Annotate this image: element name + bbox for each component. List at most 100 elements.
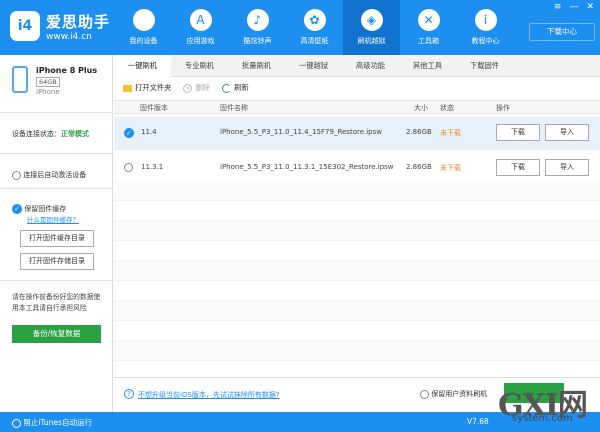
table-header: 固件版本 固件名称 大小 状态 操作	[114, 100, 600, 114]
nav-label: 我的设备	[129, 37, 158, 45]
firmware-name: iPhone_5.5_P3_11.0_11.4_15F79_Restore.ip…	[220, 128, 382, 136]
toolbar: 打开文件夹 × 删除 刷新	[114, 77, 600, 99]
header-action: 操作	[496, 104, 510, 112]
tab-other-tools[interactable]: 其他工具	[399, 55, 456, 77]
download-button[interactable]: 下载	[496, 124, 540, 141]
phone-icon	[12, 66, 28, 93]
window-controls: ≡ — ✕	[554, 2, 594, 12]
radio-button[interactable]	[420, 389, 429, 399]
nav-label: 刷机越狱	[357, 37, 386, 45]
radio-button[interactable]	[124, 163, 133, 172]
device-name: iPhone 8 Plus	[36, 66, 98, 75]
nav-label: 酷炫铃声	[243, 37, 272, 45]
keep-user-data-label: 保留用户资料刷机	[431, 390, 488, 398]
open-folder-button[interactable]: 打开文件夹	[123, 83, 171, 93]
close-icon[interactable]: ✕	[586, 2, 594, 12]
download-center-button[interactable]: 下载中心	[529, 23, 595, 41]
divider	[0, 188, 113, 189]
radio-button[interactable]	[12, 170, 21, 180]
keep-cache-option[interactable]: ✓ 保留固件缓存	[12, 204, 66, 214]
open-store-dir-button[interactable]: 打开固件存储目录	[20, 253, 94, 270]
firmware-status: 未下载	[440, 164, 461, 172]
watermark: GXI网 system.com	[498, 380, 598, 430]
firmware-version: 11.3.1	[141, 163, 164, 171]
apple-icon	[132, 9, 155, 31]
brand-url: www.i4.cn	[46, 32, 92, 42]
nav-flash-jailbreak[interactable]: ◈ 刷机越狱	[343, 0, 400, 55]
connection-mode: 正常模式	[61, 130, 89, 138]
tab-batch-flash[interactable]: 批量刷机	[228, 55, 285, 77]
what-is-cache-link[interactable]: 什么是固件缓存？	[27, 214, 79, 224]
firmware-name: iPhone_5.5_P3_11.0_11.3.1_15E302_Restore…	[220, 163, 394, 171]
refresh-icon	[222, 83, 232, 93]
tab-download-firmware[interactable]: 下载固件	[456, 55, 513, 77]
app-logo: i4	[10, 11, 40, 41]
open-cache-dir-button[interactable]: 打开固件缓存目录	[20, 230, 94, 247]
header-name: 固件名称	[220, 104, 248, 112]
nav-apps-games[interactable]: A 应用游戏	[172, 0, 229, 55]
nav-label: 工具箱	[418, 37, 439, 45]
table-row[interactable]: ✓ 11.4 iPhone_5.5_P3_11.0_11.4_15F79_Res…	[114, 117, 600, 150]
device-capacity: 64GB	[36, 77, 60, 87]
refresh-label: 刷新	[234, 83, 249, 92]
divider	[0, 112, 113, 113]
menu-icon[interactable]: ≡	[554, 2, 562, 12]
firmware-size: 2.86GB	[406, 128, 432, 136]
divider	[0, 153, 113, 154]
delete-icon: ×	[183, 83, 193, 93]
nav-label: 应用游戏	[186, 37, 215, 45]
firmware-status: 未下载	[440, 129, 461, 137]
backup-restore-button[interactable]: 备份/恢复数据	[12, 325, 101, 343]
header-version: 固件版本	[140, 104, 168, 112]
check-icon[interactable]: ✓	[12, 204, 22, 214]
auto-activate-label: 连接后自动激活设备	[23, 171, 87, 179]
flower-icon: ✿	[303, 9, 326, 31]
header: i4 爱思助手 www.i4.cn 我的设备 A 应用游戏 ♪ 酷炫铃声 ✿ 高…	[0, 0, 600, 55]
nav-my-device[interactable]: 我的设备	[115, 0, 172, 55]
header-size: 大小	[414, 104, 428, 112]
brand-name: 爱思助手	[46, 13, 111, 31]
main-panel: 一键刷机 专业刷机 批量刷机 一键越狱 高级功能 其他工具 下载固件 打开文件夹…	[114, 55, 600, 412]
block-itunes-label: 阻止iTunes自动运行	[23, 418, 92, 427]
delete-label: 删除	[195, 83, 211, 92]
open-folder-label: 打开文件夹	[135, 83, 172, 92]
auto-activate-option[interactable]: 连接后自动激活设备	[12, 170, 86, 180]
question-icon: ?	[124, 389, 134, 399]
connection-status: 设备连接状态：正常模式	[12, 129, 89, 139]
device-type: iPhone	[36, 88, 60, 96]
radio-button[interactable]	[12, 418, 21, 428]
keep-user-data-option[interactable]: 保留用户资料刷机	[420, 389, 487, 399]
import-button[interactable]: 导入	[545, 159, 589, 176]
nav-toolbox[interactable]: ✕ 工具箱	[400, 0, 457, 55]
empty-table-area	[114, 181, 600, 361]
minimize-icon[interactable]: —	[569, 2, 578, 12]
nav-tutorials[interactable]: i 教程中心	[457, 0, 514, 55]
refresh-button[interactable]: 刷新	[222, 83, 249, 93]
nav-wallpapers[interactable]: ✿ 高清壁纸	[286, 0, 343, 55]
tab-bar: 一键刷机 专业刷机 批量刷机 一键越狱 高级功能 其他工具 下载固件	[114, 55, 600, 77]
import-button[interactable]: 导入	[545, 124, 589, 141]
nav-label: 高清壁纸	[300, 37, 329, 45]
download-button[interactable]: 下载	[496, 159, 540, 176]
tab-one-click-jailbreak[interactable]: 一键越狱	[285, 55, 342, 77]
header-status: 状态	[440, 104, 454, 112]
tools-icon: ✕	[417, 9, 440, 31]
info-icon: i	[474, 9, 497, 31]
erase-data-link[interactable]: 不想升级当前iOS版本，先试试抹除所有数据?	[138, 390, 280, 400]
app-version: V7.68	[467, 417, 489, 426]
main-nav: 我的设备 A 应用游戏 ♪ 酷炫铃声 ✿ 高清壁纸 ◈ 刷机越狱 ✕ 工具箱 i…	[115, 0, 514, 55]
firmware-version: 11.4	[141, 128, 157, 136]
nav-ringtones[interactable]: ♪ 酷炫铃声	[229, 0, 286, 55]
delete-button[interactable]: × 删除	[183, 83, 210, 93]
nav-label: 教程中心	[471, 37, 500, 45]
block-itunes-option[interactable]: 阻止iTunes自动运行	[12, 417, 92, 428]
watermark-sub: system.com	[512, 413, 573, 424]
firmware-size: 2.86GB	[406, 163, 432, 171]
tab-pro-flash[interactable]: 专业刷机	[171, 55, 228, 77]
check-icon[interactable]: ✓	[124, 128, 134, 138]
tab-advanced[interactable]: 高级功能	[342, 55, 399, 77]
backup-note: 请在操作前备份好您的数据使用本工具请自行承担风险	[12, 293, 101, 312]
tab-one-click-flash[interactable]: 一键刷机	[114, 55, 171, 77]
app-store-icon: A	[189, 9, 212, 31]
bell-icon: ♪	[246, 9, 269, 31]
